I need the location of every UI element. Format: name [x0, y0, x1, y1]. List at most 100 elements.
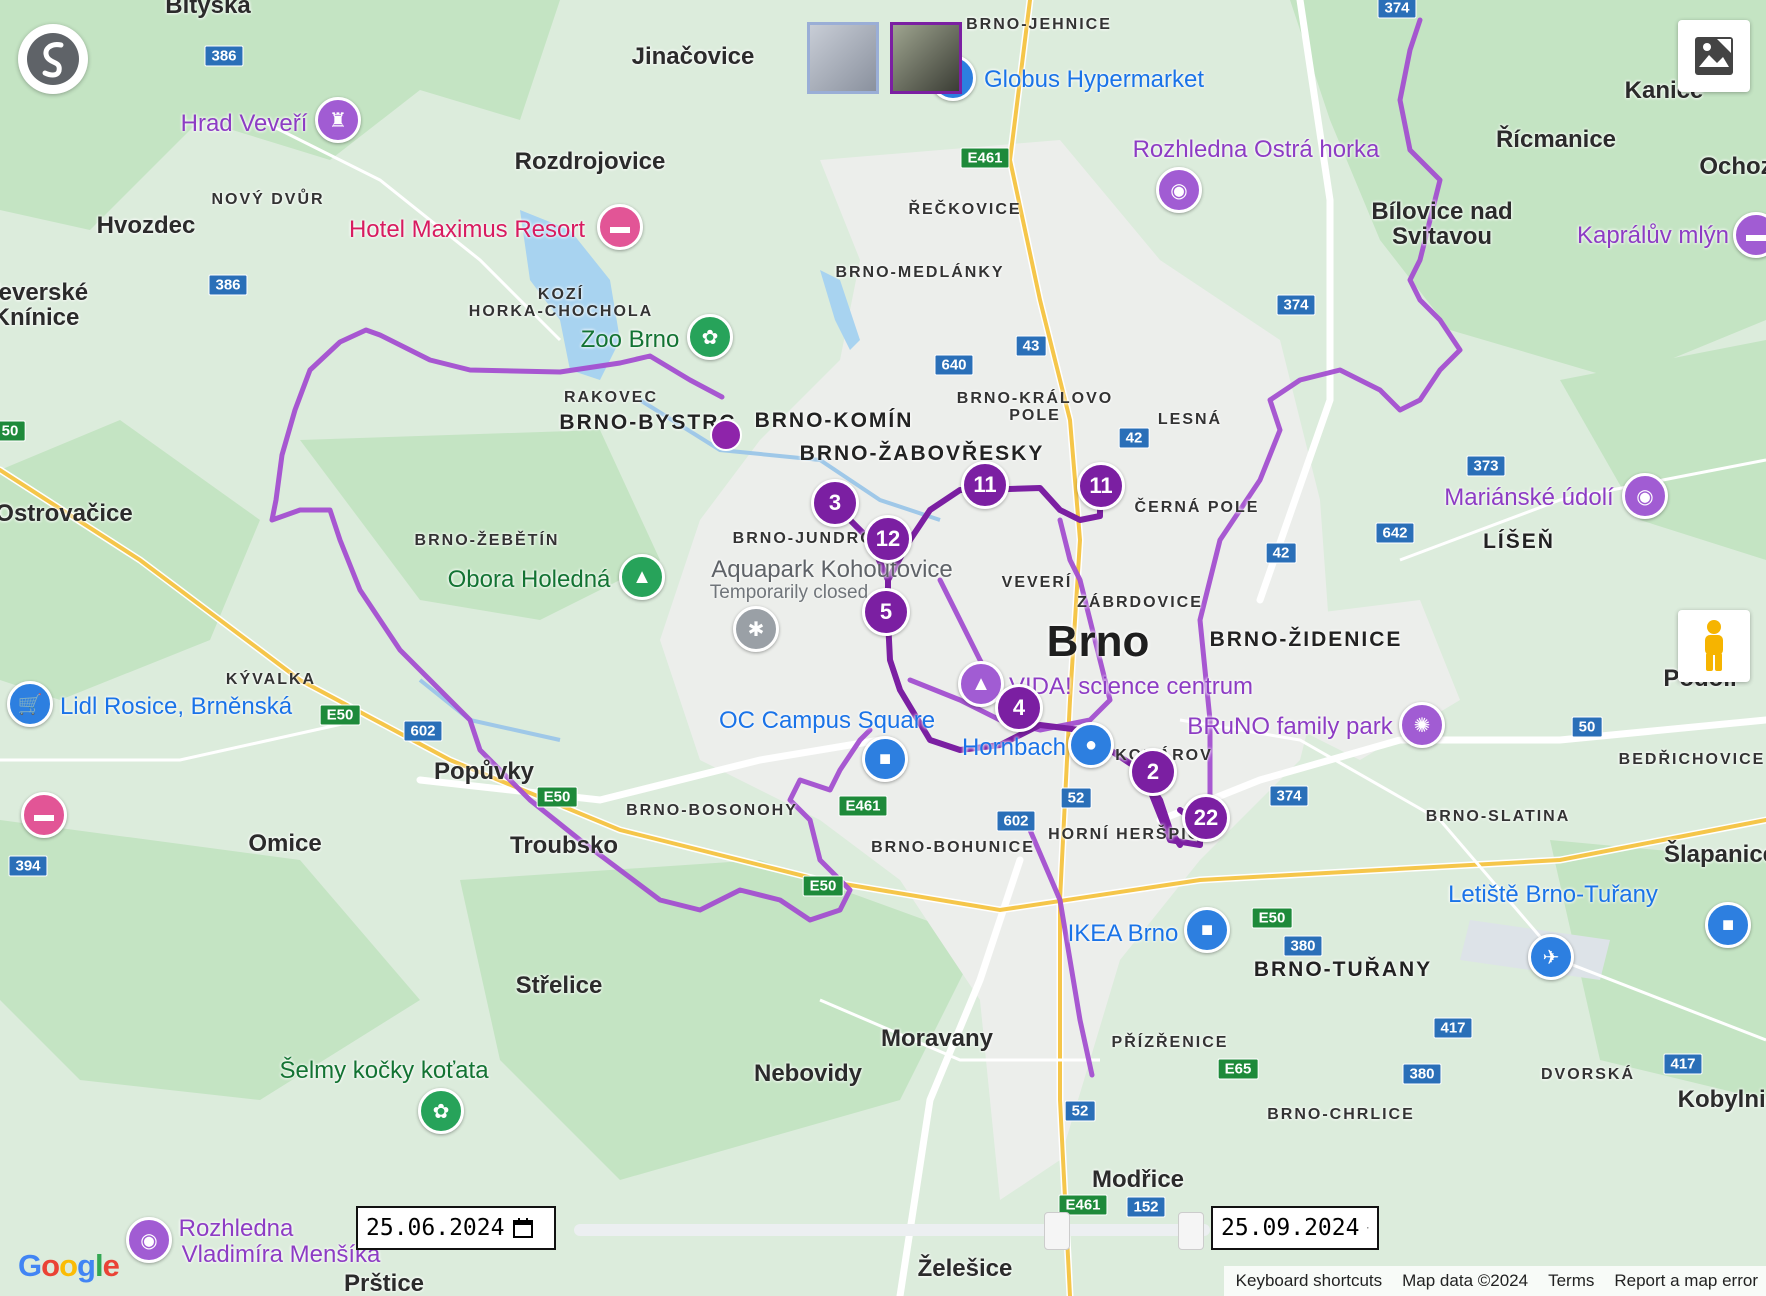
photo-cluster-marker[interactable]: 5 — [862, 588, 910, 636]
poi-label[interactable]: BRuNO family park — [1187, 713, 1392, 741]
start-date-input[interactable]: 25.06.2024 — [356, 1206, 556, 1250]
road-shield: E50 — [319, 704, 361, 726]
poi-label[interactable]: Šelmy kočky koťata — [279, 1057, 488, 1085]
district-label: NOVÝ DVŮR — [211, 191, 325, 208]
airport-icon[interactable]: ✈ — [1528, 934, 1574, 980]
poi-label[interactable]: Letiště Brno-Tuřany — [1448, 881, 1658, 909]
start-date-value: 25.06.2024 — [366, 1215, 505, 1241]
town-label: Bílovice nad — [1371, 198, 1513, 225]
poi-label[interactable]: Vladimíra Menšíka — [182, 1241, 381, 1269]
poi-label[interactable]: Obora Holedná — [448, 566, 611, 594]
town-label: Střelice — [515, 972, 603, 999]
road-shield: E461 — [960, 147, 1010, 169]
image-icon — [1695, 37, 1733, 75]
keyboard-shortcuts-link[interactable]: Keyboard shortcuts — [1236, 1271, 1382, 1291]
calendar-icon[interactable] — [1367, 1217, 1369, 1239]
poi-label[interactable]: Rozhledna — [179, 1215, 294, 1243]
image-toggle-button[interactable] — [1678, 20, 1750, 92]
date-range-handle-start[interactable] — [1044, 1212, 1070, 1250]
photo-cluster-marker[interactable]: 11 — [961, 461, 1009, 509]
photo-cluster-marker[interactable]: 4 — [995, 684, 1043, 732]
road-shield: 380 — [1402, 1063, 1442, 1085]
poi-label[interactable]: Globus Hypermarket — [984, 66, 1204, 94]
app-logo-icon — [27, 33, 79, 85]
poi-label[interactable]: Rozhledna Ostrá horka — [1133, 136, 1380, 164]
road-shield: 640 — [934, 354, 974, 376]
photo-cluster-marker[interactable]: 2 — [1129, 748, 1177, 796]
poi-label[interactable]: Aquapark Kohoutovice — [711, 556, 953, 584]
road-shield: 394 — [8, 855, 48, 877]
road-shield: 380 — [1283, 935, 1323, 957]
road-shield: 642 — [1375, 522, 1415, 544]
photo-cluster-marker[interactable]: 12 — [864, 515, 912, 563]
road-shield: E50 — [1251, 907, 1293, 929]
date-range-handle-end[interactable] — [1178, 1212, 1204, 1250]
town-label: Modřice — [1091, 1166, 1185, 1193]
district-label: BRNO-BOHUNICE — [871, 839, 1035, 856]
town-label: Kobylnice — [1677, 1086, 1766, 1113]
photo-thumbnail[interactable] — [807, 22, 879, 94]
district-label: VEVERÍ — [1001, 574, 1073, 591]
district-label: HORKA-CHOCHOLA — [468, 303, 654, 320]
photo-cluster-marker[interactable]: 11 — [1077, 462, 1125, 510]
district-label: LÍŠEŇ — [1483, 530, 1555, 553]
camera-icon[interactable]: ◉ — [126, 1217, 172, 1263]
store-icon[interactable]: ● — [1068, 722, 1114, 768]
date-range-slider-track[interactable] — [574, 1224, 1210, 1236]
district-label: LESNÁ — [1157, 411, 1223, 428]
terms-link[interactable]: Terms — [1548, 1271, 1594, 1291]
district-label: ZÁBRDOVICE — [1077, 594, 1203, 611]
poi-label[interactable]: Kaprálův mlýn — [1577, 222, 1729, 250]
district-label: BRNO-MEDLÁNKY — [835, 264, 1005, 281]
poi-label[interactable]: Mariánské údolí — [1444, 484, 1613, 512]
end-date-input[interactable]: 25.09.2024 — [1211, 1206, 1379, 1250]
report-map-error-link[interactable]: Report a map error — [1614, 1271, 1758, 1291]
castle-icon[interactable]: ♜ — [315, 97, 361, 143]
shopping-bag-icon[interactable]: ■ — [1705, 902, 1751, 948]
shopping-bag-icon[interactable]: ■ — [862, 736, 908, 782]
street-view-pegman[interactable] — [1678, 610, 1750, 682]
district-label: BRNO-ŽIDENICE — [1209, 628, 1403, 651]
district-label: RAKOVEC — [563, 389, 659, 406]
poi-label[interactable]: Lidl Rosice, Brněnská — [60, 693, 292, 721]
poi-label[interactable]: Hotel Maximus Resort — [349, 216, 585, 244]
district-label: BRNO-SLATINA — [1425, 808, 1571, 825]
poi-label[interactable]: Hornbach — [962, 734, 1066, 762]
track-point-marker[interactable] — [710, 419, 742, 451]
poi-label[interactable]: VIDA! science centrum — [1009, 673, 1253, 701]
road-shield: 374 — [1269, 785, 1309, 807]
park-icon[interactable]: ✺ — [1399, 702, 1445, 748]
town-label: Želešice — [917, 1255, 1013, 1282]
photo-thumbnail-selected[interactable] — [890, 22, 962, 94]
district-label: BEDŘICHOVICE — [1618, 751, 1766, 768]
town-label: Prštice — [343, 1270, 425, 1296]
poi-label[interactable]: IKEA Brno — [1068, 920, 1179, 948]
hotel-icon[interactable]: ▬ — [21, 792, 67, 838]
cart-icon[interactable]: 🛒 — [7, 681, 53, 727]
camera-icon[interactable]: ◉ — [1156, 167, 1202, 213]
photo-cluster-marker[interactable]: 3 — [811, 479, 859, 527]
calendar-icon[interactable] — [512, 1217, 534, 1239]
town-label: Moravany — [880, 1025, 994, 1052]
road-shield: E461 — [838, 795, 888, 817]
poi-label[interactable]: Hrad Veveří — [181, 110, 308, 138]
road-shield: 42 — [1118, 427, 1150, 449]
poi-label[interactable]: Zoo Brno — [581, 326, 680, 354]
gear-icon[interactable]: ✱ — [733, 606, 779, 652]
town-label: Svitavou — [1391, 223, 1493, 250]
app-logo-icon[interactable] — [18, 24, 88, 94]
paw-icon[interactable]: ✿ — [687, 314, 733, 360]
tree-icon[interactable]: ▲ — [619, 554, 665, 600]
paw-icon[interactable]: ✿ — [418, 1088, 464, 1134]
district-label: ŘEČKOVICE — [908, 201, 1022, 218]
hotel-icon[interactable]: ▬ — [597, 204, 643, 250]
district-label: BRNO-KRÁLOVO — [956, 390, 1114, 407]
district-label: BRNO-TUŘANY — [1253, 958, 1433, 981]
road-shield: E50 — [536, 786, 578, 808]
road-shield: 52 — [1064, 1100, 1096, 1122]
map-canvas[interactable]: Bitýška Jinačovice Rozdrojovice Hvozdec … — [0, 0, 1766, 1296]
shopping-bag-icon[interactable]: ■ — [1184, 907, 1230, 953]
photo-cluster-marker[interactable]: 22 — [1182, 794, 1230, 842]
poi-label[interactable]: OC Campus Square — [719, 707, 935, 735]
camera-icon[interactable]: ◉ — [1622, 473, 1668, 519]
